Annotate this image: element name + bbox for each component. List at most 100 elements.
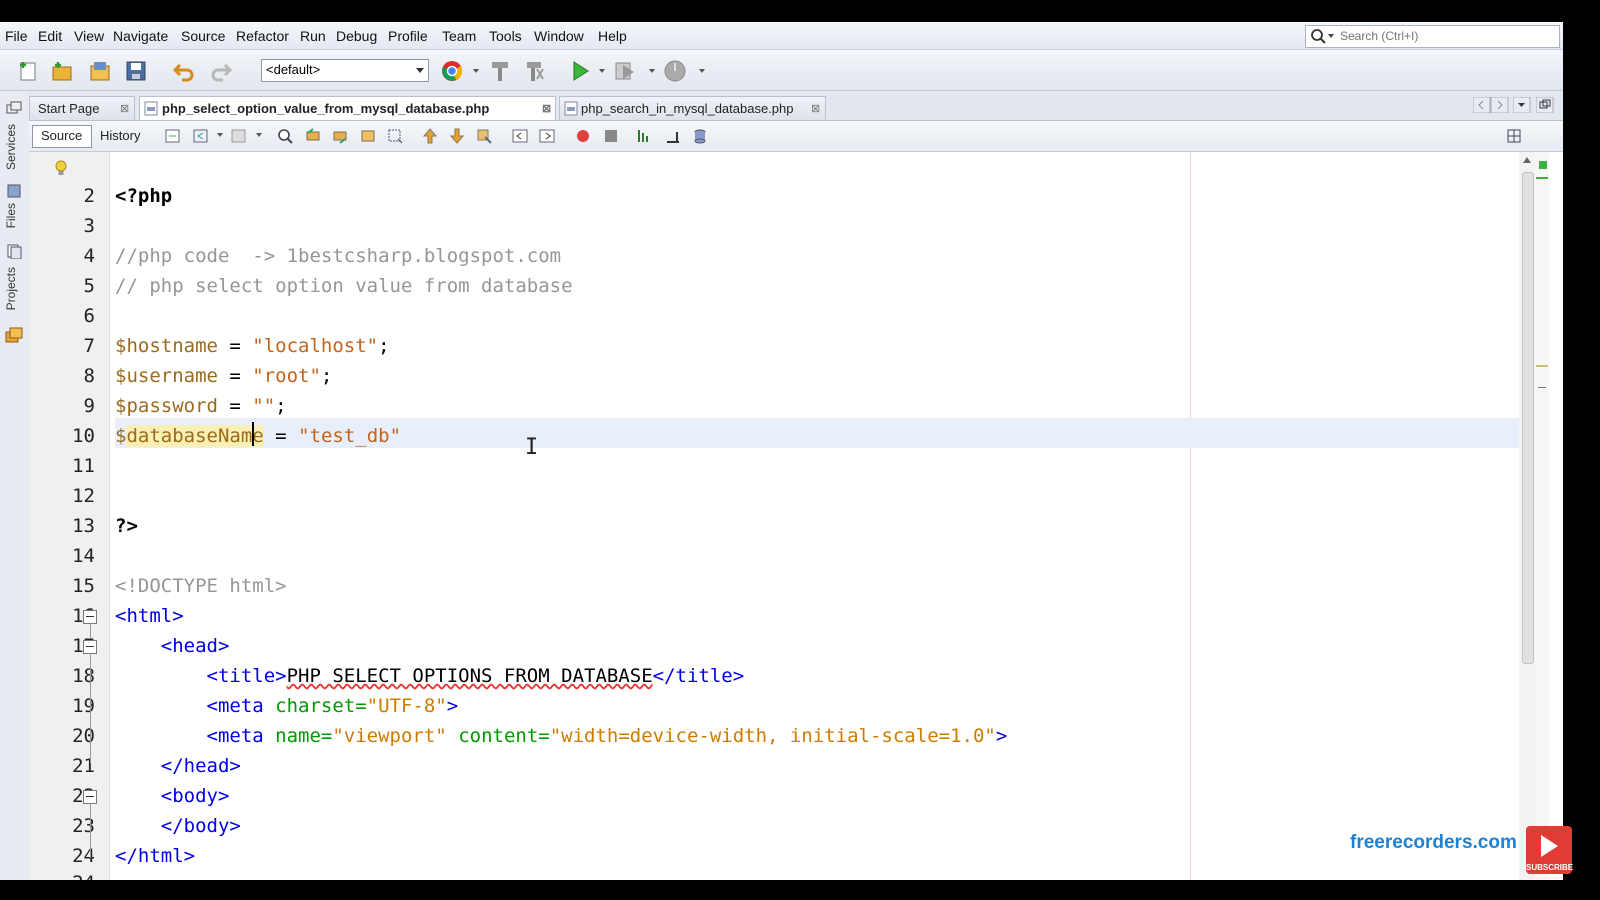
close-icon[interactable]: ⊠ — [811, 102, 820, 115]
line-number: 2 — [83, 185, 95, 207]
history-view-button[interactable]: History — [91, 125, 153, 148]
find-previous-icon[interactable] — [305, 128, 321, 144]
fold-toggle[interactable] — [83, 790, 97, 804]
lightbulb-hint-icon[interactable] — [55, 160, 67, 176]
scroll-up-icon[interactable] — [1523, 157, 1531, 163]
toggle-rect-selection-icon[interactable] — [387, 128, 403, 144]
shift-left-icon[interactable] — [512, 128, 528, 144]
close-icon[interactable]: ⊠ — [542, 102, 551, 115]
chevron-down-icon[interactable] — [473, 69, 479, 73]
fold-toggle[interactable] — [83, 610, 97, 624]
menu-edit[interactable]: Edit — [38, 28, 62, 44]
back-icon[interactable] — [193, 128, 209, 144]
line-number: 20 — [72, 725, 95, 747]
mark-green — [1536, 177, 1548, 179]
menu-file[interactable]: File — [5, 28, 28, 44]
start-macro-recording-icon[interactable] — [575, 128, 591, 144]
maximize-window-icon[interactable] — [1536, 97, 1554, 113]
stop-macro-recording-icon[interactable] — [603, 128, 619, 144]
save-all-icon[interactable] — [124, 59, 148, 83]
line-number: 21 — [72, 755, 95, 777]
last-edit-icon[interactable] — [165, 128, 181, 144]
code-line-6: $hostname = "localhost"; — [115, 335, 390, 357]
database-icon[interactable] — [692, 128, 708, 144]
ide-window: File Edit View Navigate Source Refactor … — [0, 22, 1563, 880]
menu-view[interactable]: View — [74, 28, 104, 44]
line-number: 8 — [83, 365, 95, 387]
chevron-down-icon[interactable] — [217, 133, 223, 137]
toggle-highlight-icon[interactable] — [360, 128, 376, 144]
chevron-down-icon[interactable] — [649, 69, 655, 73]
search-icon[interactable] — [1310, 28, 1336, 44]
profile-icon[interactable] — [663, 59, 687, 83]
shift-right-icon[interactable] — [539, 128, 555, 144]
open-project-icon[interactable] — [88, 59, 112, 83]
undo-icon[interactable] — [172, 59, 196, 83]
subscribe-button[interactable]: SUBSCRIBE — [1526, 826, 1573, 874]
tab-php-search-in-mysql[interactable]: php_search_in_mysql_database.php ⊠ — [559, 96, 826, 120]
redo-icon[interactable] — [209, 59, 233, 83]
menu-navigate[interactable]: Navigate — [113, 28, 168, 44]
next-bookmark-icon[interactable] — [449, 128, 465, 144]
scrollbar-thumb[interactable] — [1522, 172, 1534, 664]
code-editor[interactable]: 2 3 4 5 6 7 8 9 10 11 12 13 14 15 16 17 … — [29, 152, 1563, 880]
menu-refactor[interactable]: Refactor — [236, 28, 289, 44]
build-icon[interactable] — [488, 59, 512, 83]
show-opened-documents-icon[interactable] — [1513, 97, 1531, 113]
tab-php-select-option-value[interactable]: php_select_option_value_from_mysql_datab… — [139, 96, 556, 120]
line-number: 14 — [72, 545, 95, 567]
menu-help[interactable]: Help — [598, 28, 627, 44]
split-editor-icon[interactable] — [1507, 129, 1521, 143]
forward-icon[interactable] — [231, 128, 247, 144]
tab-files[interactable]: Files — [4, 203, 18, 228]
find-icon[interactable] — [277, 128, 293, 144]
vertical-scrollbar[interactable] — [1519, 152, 1535, 880]
menu-profile[interactable]: Profile — [388, 28, 428, 44]
previous-bookmark-icon[interactable] — [422, 128, 438, 144]
chevron-down-icon[interactable] — [699, 69, 705, 73]
toggle-bookmark-icon[interactable] — [476, 128, 492, 144]
close-icon[interactable]: ⊠ — [120, 102, 129, 115]
code-line-14: <!DOCTYPE html> — [115, 575, 287, 597]
browser-icon[interactable] — [440, 59, 464, 83]
tab-services[interactable]: Services — [4, 124, 18, 170]
menu-source[interactable]: Source — [181, 28, 225, 44]
find-next-icon[interactable] — [332, 128, 348, 144]
configuration-select[interactable]: <default> — [261, 59, 429, 82]
source-view-button[interactable]: Source — [32, 125, 92, 148]
right-margin-guide — [1190, 152, 1191, 880]
status-ok-icon — [1539, 161, 1547, 169]
new-project-icon[interactable] — [50, 59, 74, 83]
run-icon[interactable] — [568, 59, 592, 83]
tab-start-page[interactable]: Start Page ⊠ — [29, 96, 135, 120]
text-caret — [252, 422, 254, 446]
php-file-icon — [144, 101, 158, 116]
new-file-icon[interactable] — [16, 59, 40, 83]
minimize-windows-icon[interactable] — [6, 101, 22, 115]
mouse-ibeam-cursor: I — [525, 435, 539, 460]
fold-toggle[interactable] — [83, 640, 97, 654]
line-number: 5 — [83, 275, 95, 297]
menu-team[interactable]: Team — [442, 28, 476, 44]
search-input[interactable] — [1340, 27, 1550, 45]
line-number: 4 — [83, 245, 95, 267]
menu-tools[interactable]: Tools — [489, 28, 522, 44]
scroll-tabs-icon[interactable] — [1473, 97, 1509, 113]
menu-run[interactable]: Run — [300, 28, 326, 44]
uncomment-icon[interactable] — [665, 128, 681, 144]
debug-icon[interactable] — [613, 59, 637, 83]
error-stripe — [1535, 152, 1549, 880]
chevron-down-icon[interactable] — [256, 133, 262, 137]
mark-yellow — [1536, 365, 1548, 367]
code-line-7: $username = "root"; — [115, 365, 333, 387]
line-number: 19 — [72, 695, 95, 717]
clean-build-icon[interactable] — [523, 59, 547, 83]
tab-projects[interactable]: Projects — [4, 267, 18, 310]
code-line-17: <title>PHP SELECT OPTIONS FROM DATABASE<… — [206, 665, 745, 687]
fold-guide — [90, 653, 91, 763]
comment-icon[interactable] — [637, 128, 653, 144]
chevron-down-icon[interactable] — [599, 69, 605, 73]
menu-window[interactable]: Window — [534, 28, 584, 44]
caret-mark — [1538, 387, 1546, 388]
menu-debug[interactable]: Debug — [336, 28, 377, 44]
